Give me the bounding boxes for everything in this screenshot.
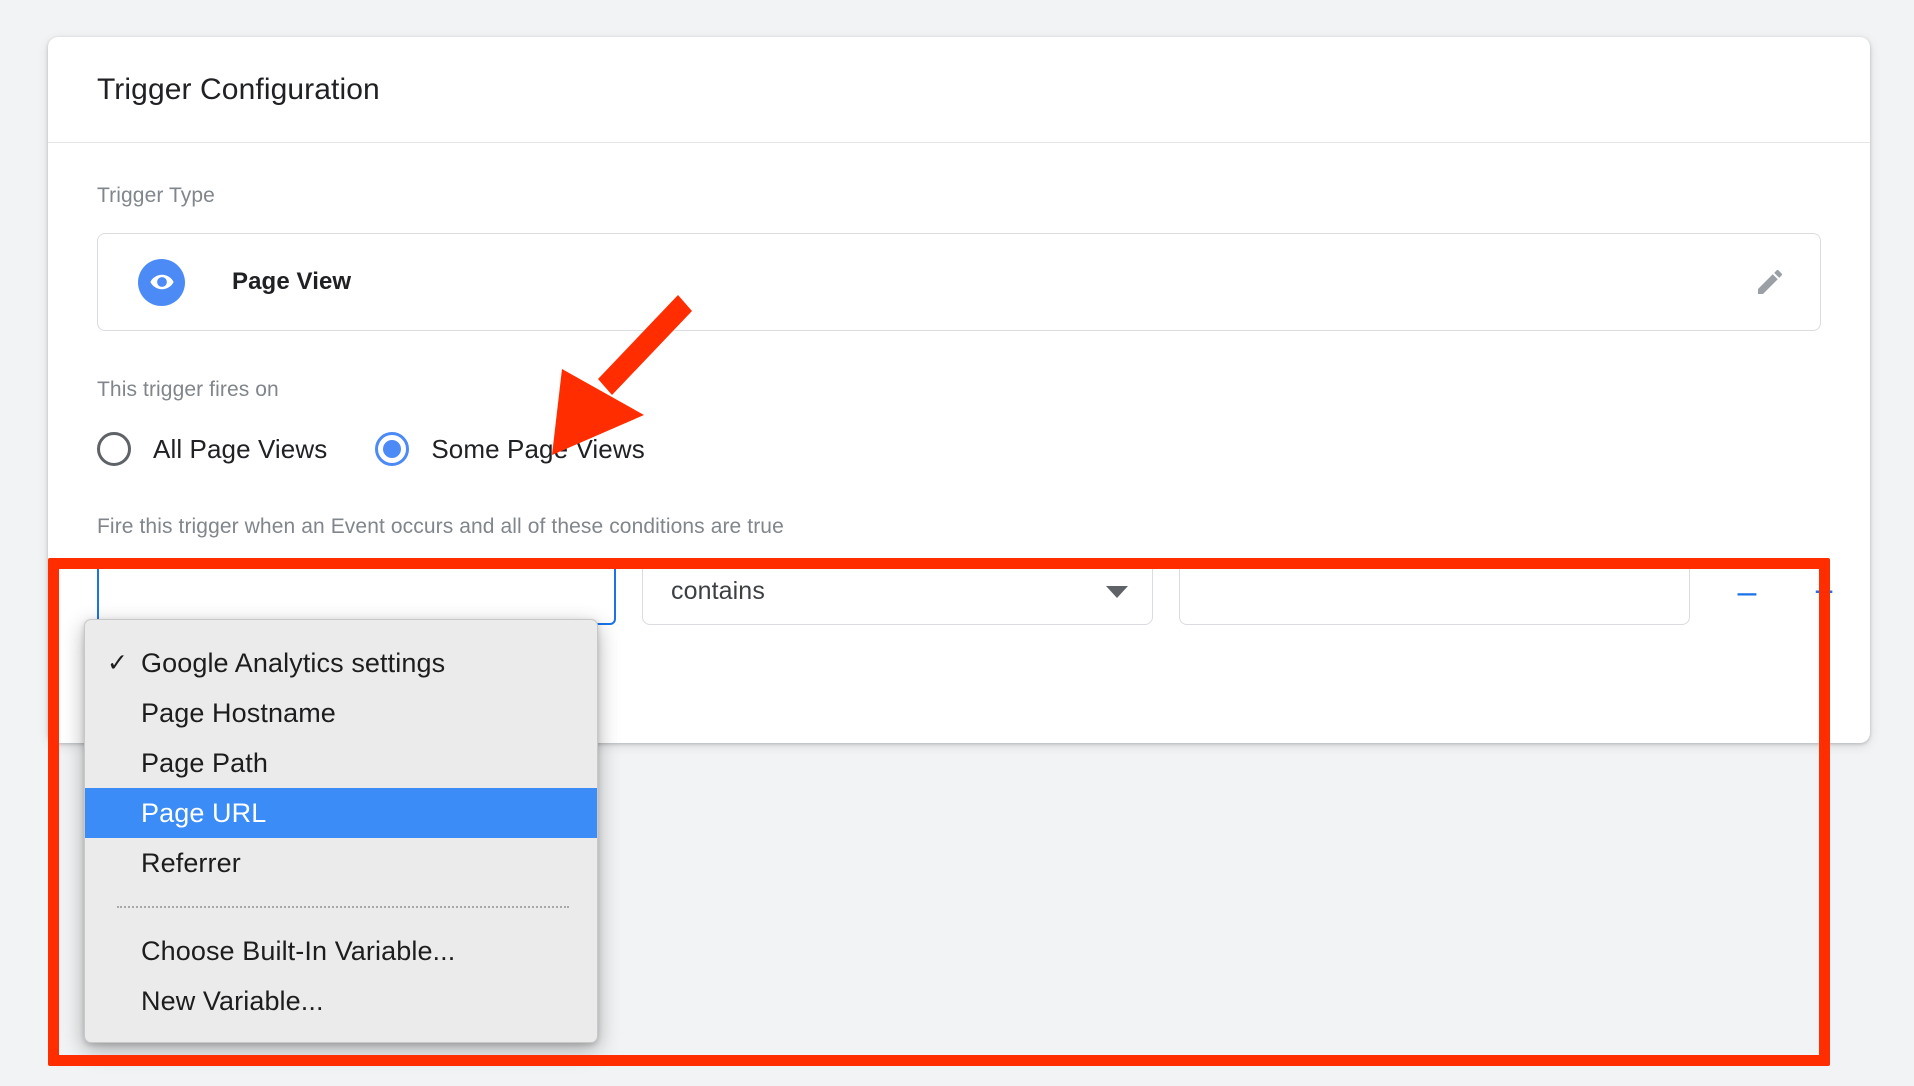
radio-circle-icon — [97, 432, 131, 466]
radio-circle-selected-icon — [375, 432, 409, 466]
menu-item-page-path[interactable]: Page Path — [85, 738, 597, 788]
radio-some-page-views[interactable]: Some Page Views — [375, 432, 644, 466]
radio-some-page-views-label: Some Page Views — [431, 434, 644, 465]
menu-item-new-variable[interactable]: New Variable... — [85, 976, 597, 1026]
menu-item-label: New Variable... — [141, 986, 324, 1017]
menu-item-label: Page URL — [141, 798, 266, 829]
variable-select[interactable] — [97, 558, 616, 625]
menu-item-label: Google Analytics settings — [141, 648, 445, 679]
menu-item-label: Choose Built-In Variable... — [141, 936, 455, 967]
menu-item-label: Referrer — [141, 848, 241, 879]
operator-select-value: contains — [671, 577, 765, 606]
menu-item-label: Page Hostname — [141, 698, 336, 729]
card-body: Trigger Type Page View This trigger fire… — [48, 143, 1870, 625]
chevron-down-icon — [1106, 586, 1128, 598]
pencil-icon[interactable] — [1750, 262, 1790, 302]
eye-icon — [138, 259, 185, 306]
conditions-label: Fire this trigger when an Event occurs a… — [97, 515, 1821, 539]
menu-item-choose-built-in-variable[interactable]: Choose Built-In Variable... — [85, 926, 597, 976]
card-header: Trigger Configuration — [48, 37, 1870, 143]
add-condition-button[interactable]: + — [1800, 568, 1848, 616]
radio-all-page-views[interactable]: All Page Views — [97, 432, 327, 466]
menu-item-google-analytics-settings[interactable]: ✓ Google Analytics settings — [85, 638, 597, 688]
radio-all-page-views-label: All Page Views — [153, 434, 327, 465]
trigger-type-box[interactable]: Page View — [97, 233, 1821, 331]
menu-item-page-url[interactable]: Page URL — [85, 788, 597, 838]
check-icon: ✓ — [107, 648, 132, 678]
trigger-type-name: Page View — [232, 268, 351, 296]
condition-value-input[interactable] — [1179, 558, 1690, 625]
menu-item-page-hostname[interactable]: Page Hostname — [85, 688, 597, 738]
fires-on-radio-group: All Page Views Some Page Views — [97, 427, 1821, 471]
screen: Trigger Configuration Trigger Type Page … — [0, 0, 1914, 1086]
condition-row: contains – + — [97, 558, 1821, 625]
menu-item-label: Page Path — [141, 748, 268, 779]
page-title: Trigger Configuration — [97, 73, 380, 107]
fires-on-label: This trigger fires on — [97, 378, 1821, 402]
menu-separator — [117, 906, 569, 908]
variable-dropdown-menu[interactable]: ✓ Google Analytics settings Page Hostnam… — [84, 619, 598, 1043]
remove-condition-button[interactable]: – — [1723, 568, 1771, 616]
trigger-type-label: Trigger Type — [97, 184, 1821, 208]
operator-select[interactable]: contains — [642, 558, 1153, 625]
menu-item-referrer[interactable]: Referrer — [85, 838, 597, 888]
